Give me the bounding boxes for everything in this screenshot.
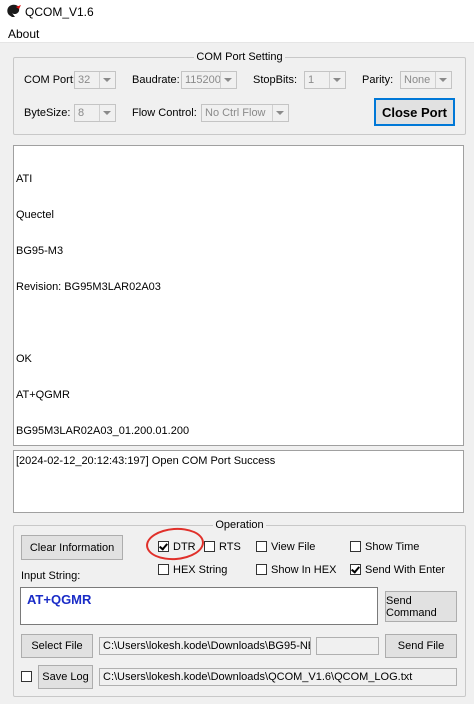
hex-string-label: HEX String xyxy=(173,564,228,576)
flow-control-select[interactable]: No Ctrl Flow xyxy=(201,104,289,122)
select-file-button[interactable]: Select File xyxy=(21,634,93,658)
save-log-button[interactable]: Save Log xyxy=(38,665,93,689)
baudrate-value: 115200 xyxy=(185,74,221,86)
terminal-line: AT+QGMR xyxy=(16,389,70,401)
send-with-enter-label: Send With Enter xyxy=(365,564,446,576)
file-info-field xyxy=(316,637,379,655)
log-output[interactable]: [2024-02-12_20:12:43:197] Open COM Port … xyxy=(13,450,464,513)
com-port-label: COM Port: xyxy=(24,74,76,86)
show-in-hex-checkbox[interactable] xyxy=(256,564,267,575)
terminal-output[interactable]: ATI Quectel BG95-M3 Revision: BG95M3LAR0… xyxy=(13,145,464,509)
send-file-button[interactable]: Send File xyxy=(385,634,457,658)
send-with-enter-checkbox[interactable] xyxy=(350,564,361,575)
qcom-logo-icon xyxy=(7,4,21,18)
com-port-setting-title: COM Port Setting xyxy=(196,51,283,63)
save-log-checkbox[interactable] xyxy=(21,671,32,682)
baudrate-label: Baudrate: xyxy=(132,74,180,86)
stopbits-value: 1 xyxy=(308,74,315,86)
bytesize-value: 8 xyxy=(78,107,85,119)
input-string-label: Input String: xyxy=(21,570,81,582)
operation-title: Operation xyxy=(215,519,264,531)
menu-bar: About xyxy=(0,22,474,43)
show-time-checkbox[interactable] xyxy=(350,541,361,552)
terminal-line: Revision: BG95M3LAR02A03 xyxy=(16,281,161,293)
bytesize-label: ByteSize: xyxy=(24,107,71,119)
terminal-line: BG95M3LAR02A03_01.200.01.200 xyxy=(16,425,190,437)
input-string-field[interactable]: AT+QGMR xyxy=(20,587,378,625)
terminal-line: BG95-M3 xyxy=(16,245,64,257)
send-command-button[interactable]: Send Command xyxy=(385,591,457,622)
window-title: QCOM_V1.6 xyxy=(25,5,94,19)
show-in-hex-label: Show In HEX xyxy=(271,564,337,576)
show-time-label: Show Time xyxy=(365,541,420,553)
view-file-label: View File xyxy=(271,541,316,553)
chevron-down-icon xyxy=(329,72,345,88)
chevron-down-icon xyxy=(272,105,288,121)
chevron-down-icon xyxy=(99,72,115,88)
stopbits-label: StopBits: xyxy=(253,74,298,86)
title-bar: QCOM_V1.6 xyxy=(0,0,474,22)
parity-select[interactable]: None xyxy=(400,71,452,89)
file-path-field[interactable]: C:\Users\lokesh.kode\Downloads\BG95-NB-I… xyxy=(99,637,311,655)
flow-control-label: Flow Control: xyxy=(132,107,197,119)
terminal-line: ATI xyxy=(16,173,33,185)
clear-information-button[interactable]: Clear Information xyxy=(21,535,123,560)
chevron-down-icon xyxy=(220,72,236,88)
hex-string-checkbox[interactable] xyxy=(158,564,169,575)
bytesize-select[interactable]: 8 xyxy=(74,104,116,122)
input-string-value: AT+QGMR xyxy=(27,592,92,607)
rts-label: RTS xyxy=(219,541,241,553)
terminal-line: Quectel xyxy=(16,209,54,221)
chevron-down-icon xyxy=(435,72,451,88)
view-file-checkbox[interactable] xyxy=(256,541,267,552)
flow-control-value: No Ctrl Flow xyxy=(205,107,266,119)
baudrate-select[interactable]: 115200 xyxy=(181,71,237,89)
com-port-select[interactable]: 32 xyxy=(74,71,116,89)
menu-item-about[interactable]: About xyxy=(8,27,39,41)
parity-label: Parity: xyxy=(362,74,394,86)
rts-checkbox[interactable] xyxy=(204,541,215,552)
log-line: [2024-02-12_20:12:43:197] Open COM Port … xyxy=(16,455,276,467)
com-port-value: 32 xyxy=(78,74,91,86)
chevron-down-icon xyxy=(99,105,115,121)
terminal-line: OK xyxy=(16,353,32,365)
log-path-field[interactable]: C:\Users\lokesh.kode\Downloads\QCOM_V1.6… xyxy=(99,668,457,686)
stopbits-select[interactable]: 1 xyxy=(304,71,346,89)
close-port-button[interactable]: Close Port xyxy=(374,98,455,126)
parity-value: None xyxy=(404,74,431,86)
